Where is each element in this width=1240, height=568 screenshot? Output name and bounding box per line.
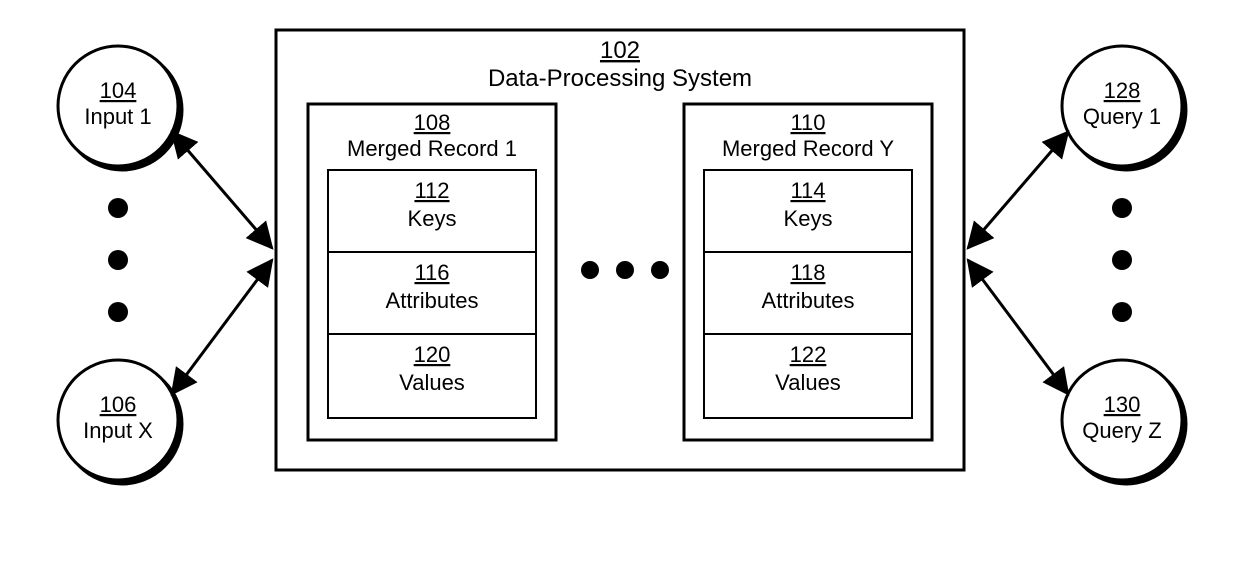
query-bottom-node: 130 Query Z [1062,360,1182,480]
record-left-label: Merged Record 1 [347,136,517,161]
merged-record-right: 110 Merged Record Y 114 Keys 118 Attribu… [684,104,932,440]
center-ellipsis-icon [581,261,669,279]
system-label: Data-Processing System [488,65,752,92]
record-left-attrs-label: Attributes [386,288,479,313]
record-right-num: 110 [790,110,825,135]
query-top-node: 128 Query 1 [1062,46,1182,166]
input-top-node: 104 Input 1 [58,46,178,166]
record-right-attrs-num: 118 [790,260,825,285]
merged-record-left: 108 Merged Record 1 112 Keys 116 Attribu… [308,104,556,440]
record-left-keys-num: 112 [414,178,449,203]
input-top-num: 104 [100,78,137,103]
query-bottom-label: Query Z [1082,418,1161,443]
connector-left-top [172,132,272,248]
record-right-vals-label: Values [775,370,841,395]
record-right-vals-num: 122 [790,342,827,367]
diagram-root: 102 Data-Processing System 108 Merged Re… [0,0,1240,568]
record-left-num: 108 [414,110,451,135]
input-bottom-num: 106 [100,392,137,417]
record-left-vals-num: 120 [414,342,451,367]
connector-left-bottom [172,260,272,394]
record-right-label: Merged Record Y [722,136,894,161]
record-left-vals-label: Values [399,370,465,395]
record-left-attrs-num: 116 [414,260,449,285]
record-right-keys-num: 114 [790,178,825,203]
right-ellipsis-icon [1112,198,1132,322]
input-bottom-node: 106 Input X [58,360,178,480]
query-top-label: Query 1 [1083,104,1161,129]
record-right-keys-label: Keys [784,206,833,231]
left-ellipsis-icon [108,198,128,322]
connector-right-bottom [968,260,1068,394]
query-top-num: 128 [1104,78,1141,103]
record-right-attrs-label: Attributes [762,288,855,313]
record-left-keys-label: Keys [408,206,457,231]
input-top-label: Input 1 [84,104,151,129]
connector-right-top [968,132,1068,248]
input-bottom-label: Input X [83,418,153,443]
system-num: 102 [600,37,640,64]
query-bottom-num: 130 [1104,392,1141,417]
